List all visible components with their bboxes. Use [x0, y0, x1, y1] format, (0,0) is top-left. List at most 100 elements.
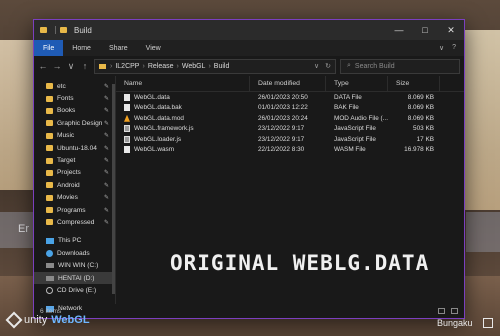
sidebar-item-label: Android [57, 181, 80, 189]
title-bar[interactable]: Build — □ ✕ [34, 20, 464, 40]
search-input[interactable]: ⌕ Search Build [340, 58, 460, 74]
maximize-button[interactable]: □ [412, 20, 438, 40]
sidebar-item-downloads[interactable]: Downloads [34, 247, 115, 259]
file-type: JavaScript File [334, 135, 376, 143]
sidebar-item-compressed[interactable]: Compressed ✎ [34, 216, 115, 228]
webgl-wordmark: WebGL [51, 314, 90, 326]
sidebar-item-android[interactable]: Android ✎ [34, 179, 115, 191]
sidebar-item-label: Target [57, 157, 76, 165]
column-size[interactable]: Size [388, 76, 440, 91]
file-name: WebGL.framework.js [134, 125, 194, 133]
folder-icon [46, 169, 53, 176]
pin-icon: ✎ [103, 145, 109, 152]
sidebar-item-movies[interactable]: Movies ✎ [34, 192, 115, 204]
file-name: WebGL.data [134, 93, 170, 101]
folder-icon [46, 120, 53, 127]
file-icon [124, 93, 130, 101]
sidebar-item-label: Programs [57, 206, 86, 214]
folder-icon [46, 145, 53, 152]
window-controls: — □ ✕ [386, 20, 464, 40]
breadcrumb-release[interactable]: Release [148, 63, 174, 70]
sidebar-item-label: Fonts [57, 95, 74, 103]
sidebar-item-this-pc[interactable]: This PC [34, 235, 115, 247]
file-name: WebGL.data.bak [134, 104, 182, 112]
breadcrumb-build[interactable]: Build [214, 63, 230, 70]
breadcrumb-webgl[interactable]: WebGL [182, 63, 206, 70]
sidebar-item-drive-d[interactable]: HENTAI (D:) [34, 271, 115, 285]
file-name: WebGL.loader.js [134, 135, 182, 143]
minimize-button[interactable]: — [386, 20, 412, 40]
quick-access-icon[interactable] [60, 27, 67, 33]
file-date: 23/12/2022 9:17 [258, 135, 305, 143]
table-row[interactable]: WebGL.data.mod 26/01/2023 20:24 MOD Audi… [116, 113, 464, 124]
sidebar-item-target[interactable]: Target ✎ [34, 154, 115, 166]
address-row: ← → ∨ ↑ › IL2CPP › Release › WebGL › Bui… [34, 56, 464, 76]
column-type[interactable]: Type [326, 76, 388, 91]
close-button[interactable]: ✕ [438, 20, 464, 40]
details-view-icon[interactable] [438, 308, 445, 314]
file-type: BAK File [334, 104, 359, 112]
large-icons-view-icon[interactable] [451, 308, 458, 314]
tab-home[interactable]: Home [63, 40, 100, 56]
file-name: WebGL.wasm [134, 146, 175, 154]
file-name: WebGL.data.mod [134, 114, 184, 122]
column-headers: Name Date modified Type Size [116, 76, 464, 92]
tab-share[interactable]: Share [100, 40, 137, 56]
sidebar-scrollbar[interactable] [112, 84, 115, 294]
file-size: 16.978 KB [404, 146, 434, 154]
table-row[interactable]: WebGL.wasm 22/12/2022 8:30 WASM File 16.… [116, 145, 464, 156]
tab-view[interactable]: View [137, 40, 170, 56]
sidebar-item-music[interactable]: Music ✎ [34, 130, 115, 142]
up-arrow-icon[interactable]: ↑ [80, 61, 90, 71]
table-row[interactable]: WebGL.loader.js 23/12/2022 9:17 JavaScri… [116, 134, 464, 145]
fullscreen-icon[interactable] [483, 318, 493, 328]
folder-icon [46, 83, 53, 90]
sidebar-item-etc[interactable]: etc ✎ [34, 80, 115, 92]
sidebar-item-label: Movies [57, 194, 78, 202]
sidebar-item-programs[interactable]: Programs ✎ [34, 204, 115, 216]
pin-icon: ✎ [103, 158, 109, 165]
back-arrow-icon[interactable]: ← [38, 61, 48, 71]
refresh-icon[interactable]: ↻ [325, 62, 331, 70]
folder-icon [46, 157, 53, 164]
chevron-right-icon: › [208, 62, 211, 70]
drive-icon [46, 263, 54, 269]
forward-arrow-icon[interactable]: → [52, 61, 62, 71]
file-size: 8.069 KB [407, 114, 434, 122]
search-placeholder: Search Build [354, 62, 395, 70]
background-dialog-panel: Er [0, 212, 36, 248]
search-icon: ⌕ [347, 62, 351, 69]
sidebar-item-fonts[interactable]: Fonts ✎ [34, 92, 115, 104]
sidebar-item-drive-c[interactable]: WIN WIN (C:) [34, 259, 115, 271]
sidebar-item-label: Graphic Design [57, 119, 103, 127]
breadcrumb-il2cpp[interactable]: IL2CPP [115, 63, 139, 70]
sidebar-item-books[interactable]: Books ✎ [34, 105, 115, 117]
folder-icon [46, 182, 53, 189]
table-row[interactable]: WebGL.data.bak 01/01/2023 12:22 BAK File… [116, 103, 464, 114]
javascript-file-icon [124, 135, 130, 143]
sidebar-item-label: Music [57, 132, 75, 140]
tab-file[interactable]: File [34, 40, 64, 56]
column-name[interactable]: Name [116, 76, 250, 91]
table-row[interactable]: WebGL.framework.js 23/12/2022 9:17 JavaS… [116, 124, 464, 135]
folder-icon [40, 27, 47, 33]
chevron-down-icon[interactable]: ∨ [314, 62, 319, 70]
pin-icon: ✎ [103, 120, 109, 127]
background-window-right [460, 30, 500, 210]
sidebar-item-projects[interactable]: Projects ✎ [34, 167, 115, 179]
sidebar-item-graphic-design[interactable]: Graphic Design ✎ [34, 117, 115, 129]
sidebar-item-ubuntu[interactable]: Ubuntu-18.04 ✎ [34, 142, 115, 154]
recent-dropdown-icon[interactable]: ∨ [66, 61, 76, 72]
explorer-body: etc ✎ Fonts ✎ Books ✎ Graphic Design ✎ Music… [34, 76, 464, 312]
sidebar-item-drive-e[interactable]: CD Drive (E:) [34, 284, 115, 296]
table-row[interactable]: WebGL.data 26/01/2023 20:50 DATA File 8.… [116, 92, 464, 103]
file-size: 503 KB [413, 125, 434, 133]
file-size: 17 KB [416, 135, 434, 143]
pin-icon: ✎ [103, 133, 109, 140]
expand-ribbon-icon[interactable]: ∨ [439, 44, 444, 52]
help-icon[interactable]: ? [452, 44, 456, 52]
address-bar[interactable]: › IL2CPP › Release › WebGL › Build ∨ ↻ [94, 58, 336, 74]
folder-icon [46, 219, 53, 226]
column-date-modified[interactable]: Date modified [250, 76, 326, 91]
file-date: 26/01/2023 20:50 [258, 93, 308, 101]
